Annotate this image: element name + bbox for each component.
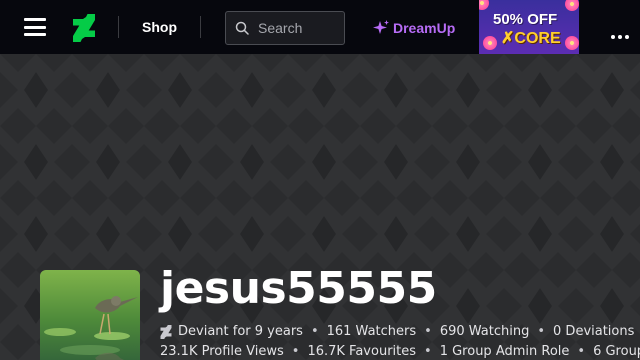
hamburger-icon[interactable] (24, 18, 46, 36)
group-member-stat[interactable]: 6 Group Me (593, 344, 640, 359)
search-icon (235, 21, 249, 35)
watchers-stat[interactable]: 161 Watchers (327, 324, 417, 339)
ad-headline: 50% OFF (493, 11, 558, 28)
watching-stat[interactable]: 690 Watching (440, 324, 530, 339)
nav-separator (200, 16, 201, 38)
more-dots-icon[interactable] (611, 24, 633, 39)
deviant-for-stat: Deviant for 9 years (178, 324, 303, 339)
ad-flower-decoration (565, 36, 579, 50)
stat-separator: • (291, 344, 300, 359)
nav-separator (118, 16, 119, 38)
stat-separator: • (424, 344, 432, 359)
ad-brand: ✗CORE (501, 30, 561, 47)
stat-separator: • (577, 344, 586, 359)
top-nav-bar: Shop DreamUp 50% OFF ✗CORE (0, 0, 640, 54)
dreamup-link[interactable]: DreamUp (372, 18, 455, 38)
sparkle-icon (373, 20, 389, 34)
promo-ad-banner[interactable]: 50% OFF ✗CORE (479, 0, 579, 54)
ad-flower-decoration (565, 0, 579, 11)
avatar[interactable] (40, 270, 140, 360)
search-input[interactable] (258, 19, 338, 37)
stat-separator: • (310, 324, 319, 339)
deviantart-logo[interactable] (73, 14, 95, 42)
stat-separator: • (424, 324, 432, 339)
profile-username[interactable]: jesus55555 (160, 263, 437, 314)
deviations-stat[interactable]: 0 Deviations (553, 324, 634, 339)
profile-views-stat: 23.1K Profile Views (160, 344, 284, 359)
stat-separator: • (537, 324, 546, 339)
deviantart-small-icon (160, 324, 172, 339)
favourites-stat[interactable]: 16.7K Favourites (307, 344, 416, 359)
profile-stats-row: Deviant for 9 years • 161 Watchers • 690… (160, 324, 634, 339)
profile-stats-row: 23.1K Profile Views • 16.7K Favourites •… (160, 344, 640, 359)
search-box[interactable] (225, 11, 345, 45)
page: Shop DreamUp 50% OFF ✗CORE (0, 0, 640, 360)
ad-flower-decoration (483, 36, 497, 50)
ad-flower-decoration (479, 0, 489, 10)
shop-link[interactable]: Shop (142, 19, 177, 35)
dreamup-label: DreamUp (393, 20, 456, 36)
group-admin-stat[interactable]: 1 Group Admin Role (440, 344, 570, 359)
